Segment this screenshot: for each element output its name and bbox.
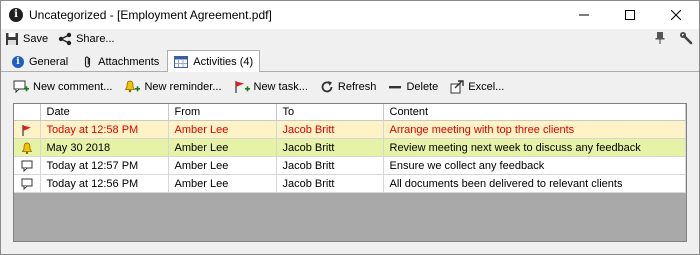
content-cell: Ensure we collect any feedback xyxy=(383,156,686,175)
date-cell: May 30 2018 xyxy=(40,138,169,157)
content-cell: Arrange meeting with top three clients xyxy=(383,120,686,139)
paperclip-icon xyxy=(85,56,91,68)
info-icon: i xyxy=(9,8,23,22)
delete-button[interactable]: Delete xyxy=(388,80,438,94)
save-button[interactable]: Save xyxy=(5,32,48,46)
info-icon: i xyxy=(12,56,24,68)
wrench-icon[interactable] xyxy=(679,31,693,45)
bell-icon xyxy=(21,142,32,154)
new-reminder-icon xyxy=(125,80,141,93)
comment-icon xyxy=(21,178,33,190)
from-cell: Amber Lee xyxy=(168,156,277,175)
excel-export-button[interactable]: Excel... xyxy=(450,80,504,94)
refresh-button[interactable]: Refresh xyxy=(320,80,377,94)
title-bar: i Uncategorized - [Employment Agreement.… xyxy=(1,1,699,29)
date-cell: Today at 12:56 PM xyxy=(40,174,169,193)
activities-toolbar: New comment... New reminder... New task.… xyxy=(5,73,695,101)
minimize-button[interactable] xyxy=(561,1,607,29)
floppy-disk-icon xyxy=(6,33,18,45)
column-header-to[interactable]: To xyxy=(276,104,384,121)
column-header-from[interactable]: From xyxy=(168,104,277,121)
content-cell: Review meeting next week to discuss any … xyxy=(383,138,686,157)
app-window: i Uncategorized - [Employment Agreement.… xyxy=(0,0,700,255)
comment-icon xyxy=(21,160,33,172)
close-button[interactable] xyxy=(653,1,699,29)
new-reminder-label: New reminder... xyxy=(144,81,222,93)
activities-panel: New comment... New reminder... New task.… xyxy=(5,73,695,248)
save-label: Save xyxy=(23,33,49,45)
date-cell: Today at 12:57 PM xyxy=(40,156,169,175)
table-row[interactable]: Today at 12:57 PM Amber Lee Jacob Britt … xyxy=(14,156,686,175)
maximize-icon xyxy=(625,10,635,20)
new-comment-icon xyxy=(13,80,29,94)
window-title: Uncategorized - [Employment Agreement.pd… xyxy=(29,8,272,22)
pin-icon[interactable] xyxy=(655,31,665,45)
refresh-icon xyxy=(321,81,333,93)
from-cell: Amber Lee xyxy=(168,174,277,193)
new-comment-button[interactable]: New comment... xyxy=(13,80,112,94)
from-cell: Amber Lee xyxy=(168,138,277,157)
tab-general[interactable]: i General xyxy=(5,52,75,71)
column-header-date[interactable]: Date xyxy=(40,104,169,121)
table-header-row: Date From To Content xyxy=(14,104,686,121)
new-comment-label: New comment... xyxy=(33,81,113,93)
new-task-button[interactable]: New task... xyxy=(234,80,308,94)
calendar-icon xyxy=(174,56,189,68)
tab-label: General xyxy=(29,56,69,68)
main-toolbar: Save Share... xyxy=(1,29,699,49)
row-type-cell xyxy=(14,138,41,157)
share-button[interactable]: Share... xyxy=(58,32,115,46)
row-type-cell xyxy=(14,156,41,175)
excel-label: Excel... xyxy=(468,81,505,93)
tab-label: Attachments xyxy=(98,56,160,68)
table-row[interactable]: Today at 12:58 PM Amber Lee Jacob Britt … xyxy=(14,120,686,139)
refresh-label: Refresh xyxy=(337,81,377,93)
to-cell: Jacob Britt xyxy=(276,174,384,193)
new-task-icon xyxy=(234,81,250,93)
close-icon xyxy=(671,10,681,20)
share-label: Share... xyxy=(76,33,115,45)
minus-icon xyxy=(389,86,402,89)
table-row[interactable]: May 30 2018 Amber Lee Jacob Britt Review… xyxy=(14,138,686,157)
column-header-icon[interactable] xyxy=(14,104,41,121)
tab-strip: i General Attachments Activities (4) xyxy=(1,49,699,72)
row-type-cell xyxy=(14,174,41,193)
content-cell: All documents been delivered to relevant… xyxy=(383,174,686,193)
toolbar-right-group xyxy=(655,31,693,45)
date-cell: Today at 12:58 PM xyxy=(40,120,169,139)
tab-activities[interactable]: Activities (4) xyxy=(167,50,261,72)
tab-attachments[interactable]: Attachments xyxy=(76,52,166,71)
activities-table: Date From To Content Today at 12:58 PM A… xyxy=(14,104,686,193)
to-cell: Jacob Britt xyxy=(276,156,384,175)
to-cell: Jacob Britt xyxy=(276,120,384,139)
tab-label: Activities (4) xyxy=(193,55,254,68)
row-type-cell xyxy=(14,120,41,139)
new-reminder-button[interactable]: New reminder... xyxy=(124,80,222,94)
to-cell: Jacob Britt xyxy=(276,138,384,157)
activities-grid: Date From To Content Today at 12:58 PM A… xyxy=(13,103,687,242)
minimize-icon xyxy=(579,14,589,16)
table-row[interactable]: Today at 12:56 PM Amber Lee Jacob Britt … xyxy=(14,174,686,193)
from-cell: Amber Lee xyxy=(168,120,277,139)
maximize-button[interactable] xyxy=(607,1,653,29)
column-header-content[interactable]: Content xyxy=(383,104,686,121)
share-icon xyxy=(58,32,72,46)
delete-label: Delete xyxy=(406,81,439,93)
new-task-label: New task... xyxy=(253,81,308,93)
export-icon xyxy=(450,80,464,94)
flag-icon xyxy=(22,124,31,136)
